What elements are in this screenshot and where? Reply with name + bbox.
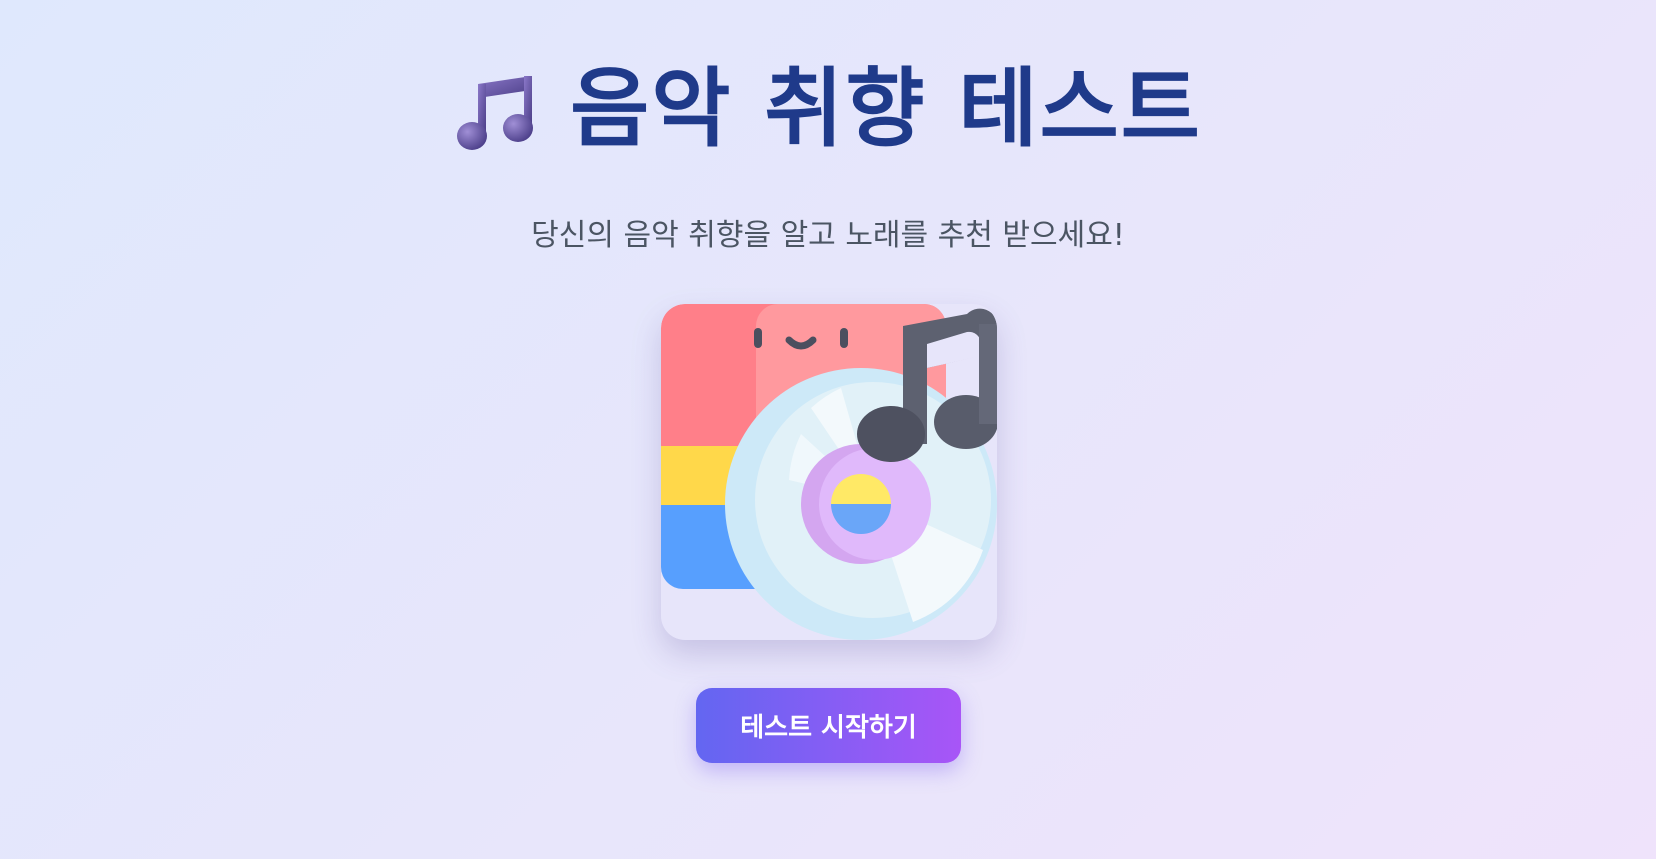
album-cd-illustration [661, 304, 997, 640]
musical-notes-icon [457, 76, 534, 150]
header: 음악 취향 테스트 [0, 66, 1656, 152]
page-title: 음악 취향 테스트 [570, 59, 1202, 159]
start-test-button[interactable]: 테스트 시작하기 [696, 688, 961, 763]
subtitle: 당신의 음악 취향을 알고 노래를 추천 받으세요! [531, 218, 1125, 253]
hero-illustration-card [661, 304, 997, 640]
page-bottom-edge [0, 859, 1656, 867]
